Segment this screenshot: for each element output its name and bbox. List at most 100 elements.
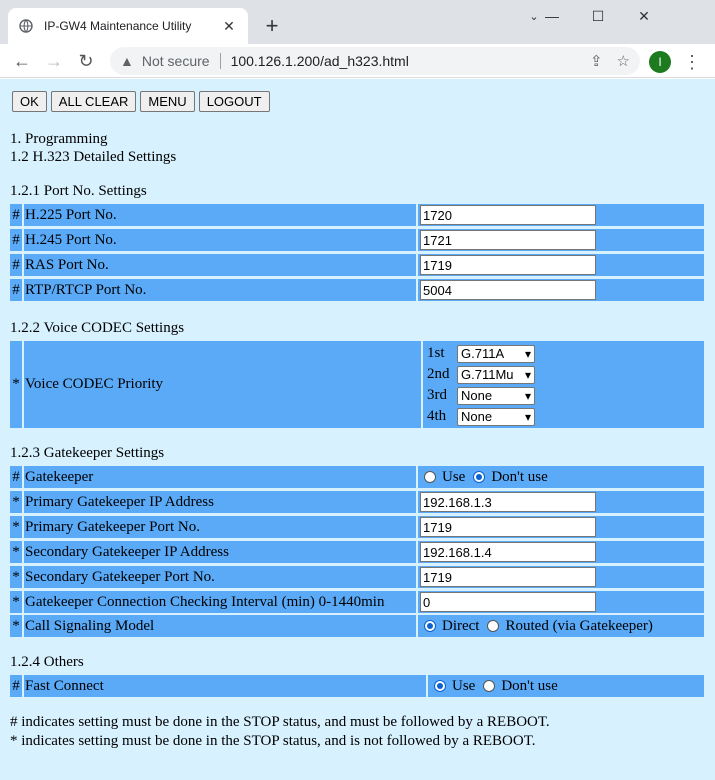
- codec-order-label: 2nd: [427, 366, 450, 382]
- codec-2nd-value: G.711Mu: [461, 367, 514, 382]
- gatekeeper-dont-use-radio[interactable]: Don't use: [473, 469, 548, 486]
- radio-dot-selected: [424, 620, 436, 632]
- codec-4th-select[interactable]: None: [457, 407, 535, 426]
- setting-row: # H.225 Port No.: [10, 204, 704, 226]
- row-mark: *: [10, 491, 22, 513]
- setting-label: Primary Gatekeeper Port No.: [24, 516, 416, 538]
- codec-priority-list: 1st G.711A 2nd G.711Mu 3rd None 4th None: [423, 341, 704, 428]
- primary-gk-port-input[interactable]: [420, 517, 596, 537]
- setting-row: # RTP/RTCP Port No.: [10, 279, 704, 301]
- warning-icon: ▲: [120, 53, 134, 69]
- radio-dot-selected: [473, 471, 486, 483]
- codec-3rd-value: None: [461, 388, 493, 403]
- codec-1st-select[interactable]: G.711A: [457, 344, 535, 363]
- setting-row: # RAS Port No.: [10, 254, 704, 276]
- back-arrow-icon[interactable]: ←: [10, 49, 34, 73]
- setting-label: Voice CODEC Priority: [24, 341, 421, 428]
- heading-gatekeeper-settings: 1.2.3 Gatekeeper Settings: [10, 445, 165, 461]
- close-window-icon[interactable]: ✕: [621, 0, 667, 32]
- setting-row: # Gatekeeper Use Don't use: [10, 466, 704, 488]
- more-menu-icon[interactable]: ⋮: [683, 50, 701, 74]
- radio-label: Direct: [442, 617, 480, 634]
- setting-row: * Secondary Gatekeeper IP Address: [10, 541, 704, 563]
- row-mark: *: [10, 591, 22, 613]
- browser-tab[interactable]: IP-GW4 Maintenance Utility ✕: [8, 8, 248, 44]
- rtp-port-input[interactable]: [420, 280, 596, 300]
- codec-1st-value: G.711A: [461, 346, 505, 361]
- setting-row: * Call Signaling Model Direct Routed (vi…: [10, 615, 704, 637]
- setting-row: # H.245 Port No.: [10, 229, 704, 251]
- gatekeeper-use-radio[interactable]: Use: [424, 469, 465, 486]
- tab-title: IP-GW4 Maintenance Utility: [44, 19, 192, 33]
- heading-programming: 1. Programming: [10, 131, 108, 147]
- browser-toolbar: ← → ↻ ▲ Not secure 100.126.1.200/ad_h323…: [0, 44, 715, 78]
- row-mark: #: [10, 466, 22, 488]
- globe-icon: [18, 18, 34, 34]
- avatar[interactable]: I: [649, 51, 671, 73]
- primary-gk-ip-input[interactable]: [420, 492, 596, 512]
- logout-button[interactable]: LOGOUT: [198, 91, 270, 112]
- heading-codec-settings: 1.2.2 Voice CODEC Settings: [10, 320, 185, 336]
- codec-order-label: 1st: [427, 345, 445, 361]
- setting-row: * Gatekeeper Connection Checking Interva…: [10, 591, 704, 613]
- new-tab-icon[interactable]: +: [258, 12, 286, 40]
- codec-order-label: 3rd: [427, 387, 447, 403]
- h225-port-input[interactable]: [420, 205, 596, 225]
- codec-3rd-select[interactable]: None: [457, 386, 535, 405]
- setting-row: # Fast Connect Use Don't use: [10, 675, 704, 697]
- heading-port-settings: 1.2.1 Port No. Settings: [10, 183, 147, 199]
- maximize-icon[interactable]: ☐: [575, 0, 621, 32]
- menu-button[interactable]: MENU: [140, 91, 195, 112]
- row-mark: *: [10, 516, 22, 538]
- radio-label: Routed (via Gatekeeper): [505, 617, 653, 634]
- url-text: 100.126.1.200/ad_h323.html: [230, 53, 409, 69]
- row-mark: #: [10, 675, 22, 697]
- forward-arrow-icon[interactable]: →: [42, 49, 66, 73]
- page-content: OK ALL CLEAR MENU LOGOUT 1. Programming …: [0, 79, 715, 780]
- action-buttons: OK ALL CLEAR MENU LOGOUT: [12, 91, 270, 112]
- address-bar[interactable]: ▲ Not secure 100.126.1.200/ad_h323.html …: [110, 47, 640, 75]
- star-icon[interactable]: ☆: [617, 52, 630, 70]
- secondary-gk-ip-input[interactable]: [420, 542, 596, 562]
- minimize-icon[interactable]: —: [529, 0, 575, 32]
- secondary-gk-port-input[interactable]: [420, 567, 596, 587]
- ras-port-input[interactable]: [420, 255, 596, 275]
- fast-connect-use-radio[interactable]: Use: [434, 678, 475, 695]
- heading-others: 1.2.4 Others: [10, 654, 84, 670]
- signaling-routed-radio[interactable]: Routed (via Gatekeeper): [487, 617, 653, 635]
- codec-4th-value: None: [461, 409, 493, 424]
- setting-label: Primary Gatekeeper IP Address: [24, 491, 416, 513]
- setting-label: Gatekeeper Connection Checking Interval …: [24, 591, 416, 613]
- setting-label: Secondary Gatekeeper IP Address: [24, 541, 416, 563]
- note-star: * indicates setting must be done in the …: [10, 733, 536, 749]
- row-mark: *: [10, 341, 22, 428]
- fast-connect-dont-use-radio[interactable]: Don't use: [483, 677, 558, 695]
- reload-icon[interactable]: ↻: [74, 49, 98, 73]
- row-mark: *: [10, 615, 22, 637]
- codec-row: * Voice CODEC Priority 1st G.711A 2nd G.…: [10, 341, 704, 428]
- row-mark: #: [10, 229, 22, 251]
- radio-label: Use: [452, 677, 476, 694]
- not-secure-label: Not secure: [141, 53, 210, 69]
- row-mark: #: [10, 204, 22, 226]
- share-icon[interactable]: ⇪: [590, 52, 603, 70]
- setting-label: RTP/RTCP Port No.: [24, 279, 416, 301]
- row-mark: *: [10, 566, 22, 588]
- heading-h323: 1.2 H.323 Detailed Settings: [10, 149, 177, 165]
- note-hash: # indicates setting must be done in the …: [10, 714, 550, 730]
- setting-row: * Secondary Gatekeeper Port No.: [10, 566, 704, 588]
- gk-check-interval-input[interactable]: [420, 592, 596, 612]
- close-tab-icon[interactable]: ✕: [220, 17, 238, 35]
- signaling-direct-radio[interactable]: Direct: [424, 618, 479, 635]
- ok-button[interactable]: OK: [12, 91, 47, 112]
- setting-row: * Primary Gatekeeper IP Address: [10, 491, 704, 513]
- divider: [219, 53, 221, 69]
- radio-label: Use: [442, 468, 466, 485]
- radio-dot-selected: [434, 680, 446, 692]
- h245-port-input[interactable]: [420, 230, 596, 250]
- radio-label: Don't use: [501, 677, 558, 694]
- codec-2nd-select[interactable]: G.711Mu: [457, 365, 535, 384]
- setting-label: Gatekeeper: [24, 466, 416, 488]
- all-clear-button[interactable]: ALL CLEAR: [50, 91, 137, 112]
- radio-dot: [424, 471, 436, 483]
